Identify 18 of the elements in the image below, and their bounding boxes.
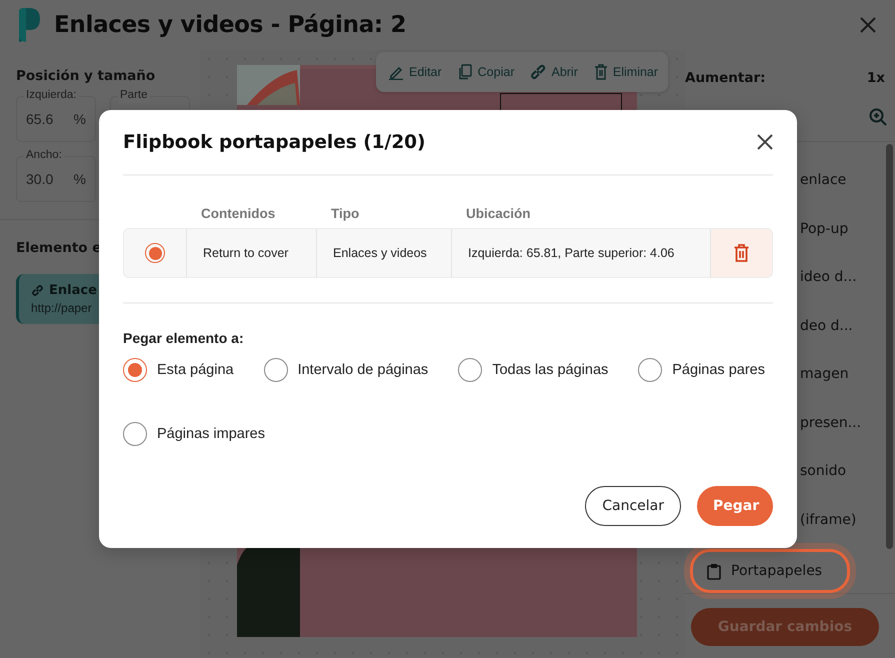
unit-label: % — [74, 111, 86, 127]
dialog-title: Flipbook portapapeles (1/20) — [123, 132, 426, 152]
table-cell: Return to cover — [186, 229, 316, 277]
field-value: 30.0 — [26, 171, 54, 187]
window-title: Enlaces y videos - Página: 2 — [54, 12, 408, 38]
field-value: 65.6 — [26, 111, 54, 127]
column-header: Ubicación — [465, 206, 532, 223]
column-header: Tipo — [330, 206, 360, 223]
column-header: Contenidos — [200, 206, 276, 223]
section-heading: Posición y tamaño — [16, 68, 156, 84]
element-url: http://paper — [31, 301, 93, 315]
zoom-label: Aumentar: — [685, 70, 766, 86]
zoom-value: 1x — [866, 70, 885, 86]
field-label: Izquierda: — [24, 88, 79, 103]
element-title: Enlace — [49, 283, 97, 298]
section-label: Pegar elemento a: — [123, 330, 245, 346]
table-cell: Enlaces y videos — [316, 229, 451, 277]
unit-label: % — [74, 171, 86, 187]
